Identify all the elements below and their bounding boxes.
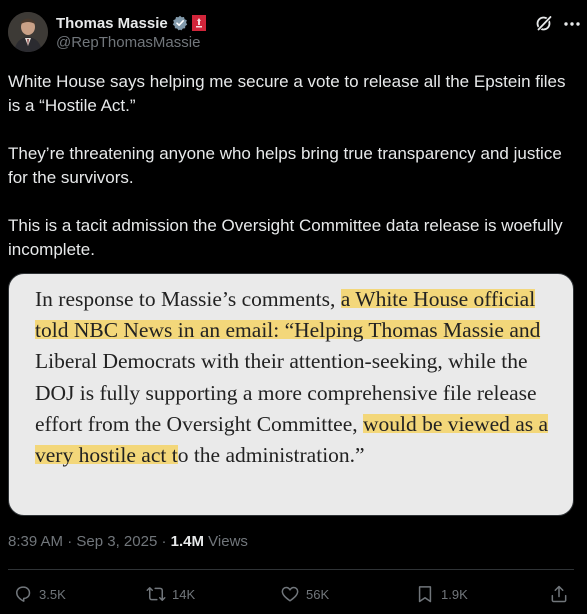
more-icon[interactable]	[562, 16, 582, 32]
display-name[interactable]: Thomas Massie	[56, 15, 168, 32]
like-button[interactable]: 56K	[280, 582, 329, 606]
reply-icon	[16, 586, 31, 602]
heart-icon	[281, 586, 299, 602]
avatar-photo	[8, 12, 48, 52]
reply-button[interactable]: 3.5K	[13, 582, 66, 606]
post-paragraph: This is a tacit admission the Oversight …	[8, 216, 563, 259]
excerpt-text: In response to Massie’s comments,	[35, 287, 341, 311]
repost-button[interactable]: 14K	[146, 582, 195, 606]
post: Thomas Massie @RepThomasMassie White Hou…	[0, 0, 587, 614]
post-text: White House says helping me secure a vot…	[8, 70, 580, 262]
house-seal-icon[interactable]	[191, 15, 206, 31]
meta-separator: ·	[157, 533, 171, 550]
grok-icon[interactable]	[535, 14, 553, 32]
repost-icon	[146, 587, 166, 601]
bookmark-button[interactable]: 1.9K	[415, 582, 468, 606]
views-count[interactable]: 1.4M	[171, 533, 204, 550]
share-button[interactable]	[549, 582, 575, 606]
author-block[interactable]: Thomas Massie @RepThomasMassie	[56, 13, 206, 51]
post-time[interactable]: 8:39 AM	[8, 533, 63, 550]
post-paragraph: They’re threatening anyone who helps bri…	[8, 144, 562, 187]
verified-badge-icon	[172, 15, 188, 31]
repost-count: 14K	[172, 586, 196, 602]
reply-count: 3.5K	[39, 586, 66, 602]
post-paragraph: White House says helping me secure a vot…	[8, 72, 566, 115]
views-label: Views	[204, 533, 248, 550]
meta-separator: ·	[63, 533, 77, 550]
divider	[8, 569, 574, 570]
bookmark-count: 1.9K	[441, 586, 468, 602]
name-row: Thomas Massie	[56, 13, 206, 33]
bookmark-icon	[418, 586, 432, 603]
post-header: Thomas Massie @RepThomasMassie	[8, 12, 582, 54]
handle[interactable]: @RepThomasMassie	[56, 34, 206, 51]
post-date[interactable]: Sep 3, 2025	[76, 533, 157, 550]
post-meta: 8:39 AM · Sep 3, 2025 · 1.4M Views	[8, 533, 248, 550]
news-excerpt: In response to Massie’s comments, a Whit…	[35, 284, 565, 471]
excerpt-text: o the administration.”	[177, 443, 365, 468]
post-image[interactable]: In response to Massie’s comments, a Whit…	[8, 273, 574, 516]
share-icon	[551, 585, 567, 603]
like-count: 56K	[306, 586, 330, 602]
avatar[interactable]	[8, 12, 48, 52]
action-bar: 3.5K 14K 56K 1.9K	[0, 582, 587, 608]
